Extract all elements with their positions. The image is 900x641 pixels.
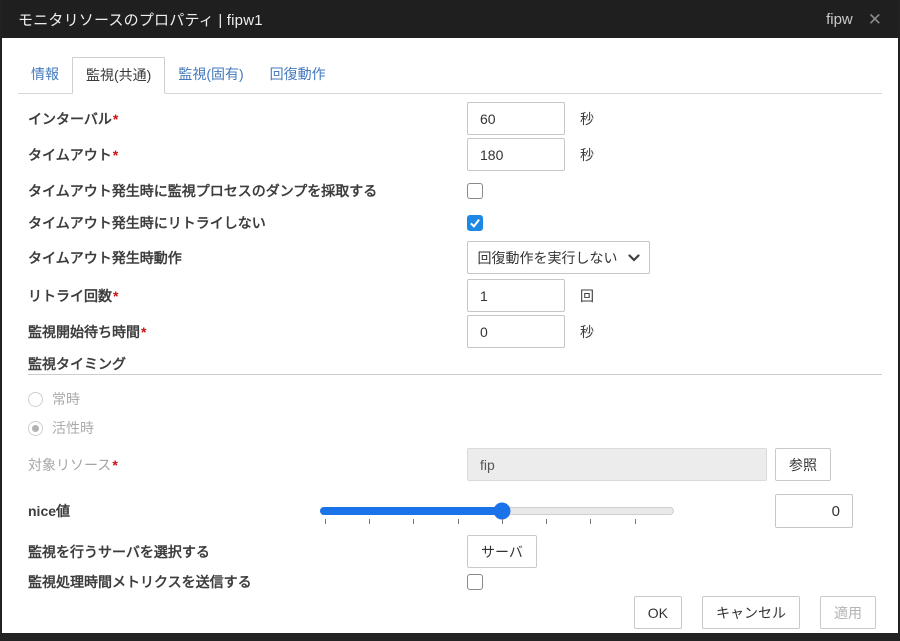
retry-count-input[interactable] xyxy=(467,279,565,312)
checkmark-icon xyxy=(469,217,481,229)
monitor-resource-properties-dialog: モニタリソースのプロパティ | fipw1 fipw ✕ 情報 監視(共通) 監… xyxy=(0,0,900,641)
titlebar-right: fipw ✕ xyxy=(826,11,882,28)
apply-button[interactable]: 適用 xyxy=(820,596,876,629)
server-selection-row: 監視を行うサーバを選択する サーバ xyxy=(2,535,898,568)
server-selection-label: 監視を行うサーバを選択する xyxy=(28,542,467,562)
dump-on-timeout-label: タイムアウト発生時に監視プロセスのダンプを採取する xyxy=(28,181,467,201)
retry-count-label: リトライ回数* xyxy=(28,286,467,306)
interval-row: インターバル* 秒 xyxy=(2,102,898,135)
tab-monitor-special[interactable]: 監視(固有) xyxy=(165,57,256,94)
timing-always-radio[interactable] xyxy=(28,392,43,407)
tab-bar: 情報 監視(共通) 監視(固有) 回復動作 xyxy=(18,56,882,94)
slider-ticks xyxy=(320,519,674,525)
required-mark: * xyxy=(141,324,146,340)
target-resource-row: 対象リソース* 参照 xyxy=(2,448,898,481)
timeout-action-select[interactable]: 回復動作を実行しない xyxy=(467,241,650,274)
tab-recovery-action[interactable]: 回復動作 xyxy=(257,57,339,94)
monitor-timing-section-label: 監視タイミング xyxy=(2,354,898,374)
dump-on-timeout-row: タイムアウト発生時に監視プロセスのダンプを採取する xyxy=(2,181,898,201)
tab-monitor-common[interactable]: 監視(共通) xyxy=(72,57,165,94)
no-retry-on-timeout-label: タイムアウト発生時にリトライしない xyxy=(28,213,467,233)
monitor-start-wait-label: 監視開始待ち時間* xyxy=(28,322,467,342)
monitor-start-wait-unit: 秒 xyxy=(580,322,594,342)
nice-value-slider[interactable] xyxy=(320,498,674,524)
timing-always-row: 常時 xyxy=(2,389,898,409)
server-button[interactable]: サーバ xyxy=(467,535,537,568)
timeout-action-selected-value: 回復動作を実行しない xyxy=(478,248,618,268)
monitor-start-wait-input[interactable] xyxy=(467,315,565,348)
cancel-button[interactable]: キャンセル xyxy=(702,596,800,629)
timeout-label: タイムアウト* xyxy=(28,145,467,165)
chevron-down-icon xyxy=(628,254,640,262)
timeout-input[interactable] xyxy=(467,138,565,171)
tab-info[interactable]: 情報 xyxy=(18,57,72,94)
ok-button[interactable]: OK xyxy=(634,596,682,629)
title-bar: モニタリソースのプロパティ | fipw1 fipw ✕ xyxy=(2,0,898,38)
timing-always-label: 常時 xyxy=(52,389,80,409)
dump-on-timeout-checkbox[interactable] xyxy=(467,183,483,199)
target-resource-label: 対象リソース* xyxy=(28,455,467,475)
timing-active-radio[interactable] xyxy=(28,421,43,436)
send-metrics-row: 監視処理時間メトリクスを送信する xyxy=(2,572,898,592)
retry-count-row: リトライ回数* 回 xyxy=(2,279,898,312)
send-metrics-label: 監視処理時間メトリクスを送信する xyxy=(28,572,467,592)
nice-value-row: nice値 0 xyxy=(2,494,898,528)
no-retry-on-timeout-checkbox[interactable] xyxy=(467,215,483,231)
retry-count-unit: 回 xyxy=(580,286,594,306)
timeout-action-label: タイムアウト発生時動作 xyxy=(28,248,467,268)
slider-handle[interactable] xyxy=(493,503,510,520)
context-resource-text: fipw xyxy=(826,11,853,28)
timeout-row: タイムアウト* 秒 xyxy=(2,138,898,171)
timeout-unit: 秒 xyxy=(580,145,594,165)
monitor-start-wait-row: 監視開始待ち時間* 秒 xyxy=(2,315,898,348)
timing-active-label: 活性時 xyxy=(52,418,94,438)
timeout-action-row: タイムアウト発生時動作 回復動作を実行しない xyxy=(2,241,898,274)
section-divider xyxy=(28,374,882,375)
nice-value-label: nice値 xyxy=(28,501,320,521)
slider-fill xyxy=(320,507,502,515)
footer-buttons: OK キャンセル 適用 xyxy=(634,596,876,629)
interval-label: インターバル* xyxy=(28,109,467,129)
required-mark: * xyxy=(113,147,118,163)
dialog-title: モニタリソースのプロパティ | fipw1 xyxy=(18,9,263,30)
target-resource-input xyxy=(467,448,767,481)
nice-value-input[interactable]: 0 xyxy=(775,494,853,528)
timing-active-row: 活性時 xyxy=(2,418,898,438)
no-retry-on-timeout-row: タイムアウト発生時にリトライしない xyxy=(2,213,898,233)
interval-unit: 秒 xyxy=(580,109,594,129)
close-icon[interactable]: ✕ xyxy=(868,11,882,28)
required-mark: * xyxy=(113,288,118,304)
required-mark: * xyxy=(112,457,117,473)
interval-input[interactable] xyxy=(467,102,565,135)
required-mark: * xyxy=(113,111,118,127)
send-metrics-checkbox[interactable] xyxy=(467,574,483,590)
browse-button[interactable]: 参照 xyxy=(775,448,831,481)
